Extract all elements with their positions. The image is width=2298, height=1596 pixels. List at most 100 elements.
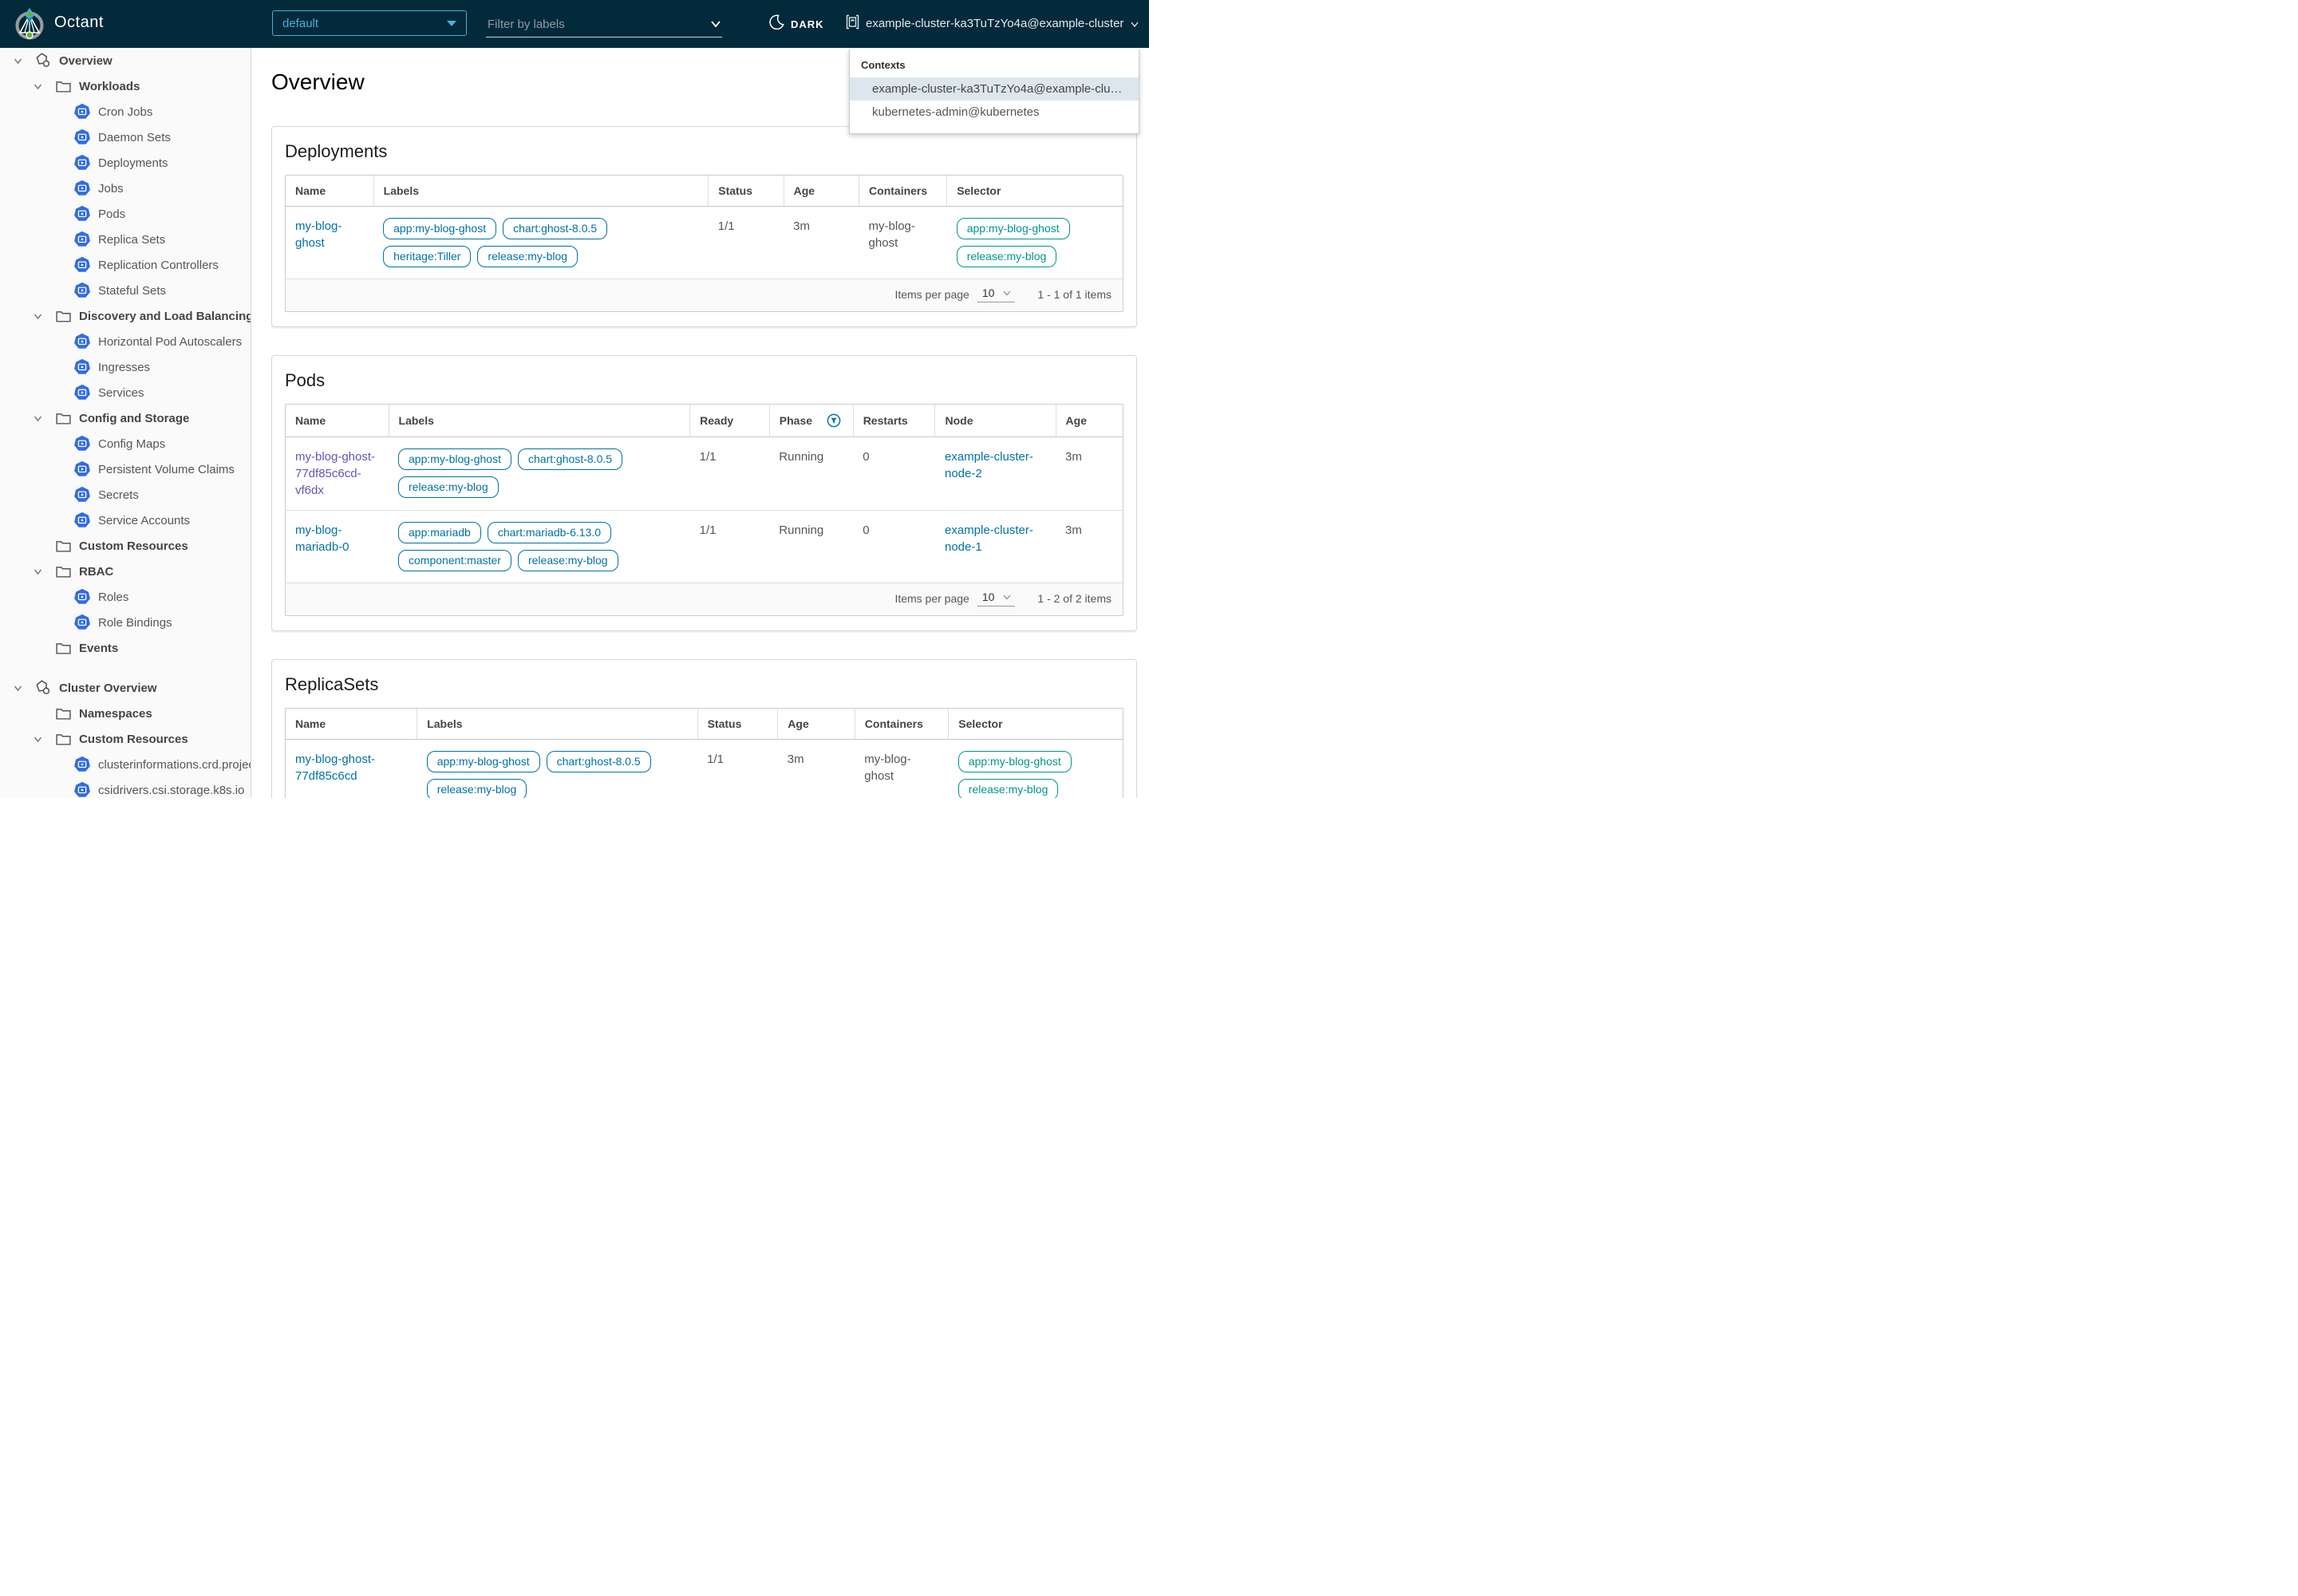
sidebar-item-config-maps[interactable]: Config Maps — [0, 431, 251, 456]
cluster-overview-icon — [34, 679, 52, 697]
selector-tag: app:my-blog-ghost — [957, 218, 1070, 239]
card-title: ReplicaSets — [285, 674, 1123, 695]
items-per-page-label: Items per page — [894, 592, 969, 605]
column-header-label: Name — [295, 184, 326, 197]
resource-link[interactable]: example-cluster-node-2 — [945, 450, 1033, 480]
sidebar-item-cron-jobs[interactable]: Cron Jobs — [0, 99, 251, 124]
column-header-label: Labels — [384, 184, 419, 197]
sidebar-item-rbac-folder[interactable]: RBAC — [0, 559, 251, 584]
sidebar-item-csidrivers-crd[interactable]: csidrivers.csi.storage.k8s.io — [0, 777, 251, 798]
column-header-status: Status — [709, 176, 784, 207]
cell-labels: app:my-blog-ghostchart:ghost-8.0.5herita… — [373, 207, 709, 279]
sidebar-item-pods[interactable]: Pods — [0, 201, 251, 227]
sidebar-item-persistent-volume-claims[interactable]: Persistent Volume Claims — [0, 456, 251, 482]
cell-value: 1/1 — [697, 740, 778, 799]
sidebar-item-label: Replication Controllers — [98, 259, 219, 272]
sidebar-item-jobs[interactable]: Jobs — [0, 176, 251, 201]
column-header-label: Labels — [399, 414, 434, 427]
sidebar-item-discovery-folder[interactable]: Discovery and Load Balancing — [0, 303, 251, 329]
sidebar-item-replication-controllers[interactable]: Replication Controllers — [0, 252, 251, 278]
cron-jobs-icon — [73, 103, 91, 120]
sidebar-item-namespaces-folder[interactable]: Namespaces — [0, 701, 251, 726]
sidebar-item-stateful-sets[interactable]: Stateful Sets — [0, 278, 251, 303]
page-size-select[interactable]: 10 — [977, 591, 1016, 606]
resource-link[interactable]: my-blog-mariadb-0 — [295, 523, 349, 554]
horizontal-pod-autoscalers-icon — [73, 333, 91, 350]
context-menu-item-selected[interactable]: example-cluster-ka3TuTzYo4a@example-clu… — [850, 77, 1139, 101]
label-tag: release:my-blog — [398, 476, 499, 498]
sidebar-item-cluster-overview[interactable]: Cluster Overview — [0, 675, 251, 701]
daemon-sets-icon — [73, 128, 91, 146]
cell-value: 1/1 — [690, 437, 770, 511]
cell-name: example-cluster-node-2 — [935, 437, 1056, 511]
column-header-label: Age — [794, 184, 815, 197]
stateful-sets-icon — [73, 282, 91, 299]
column-header-ready: Ready — [690, 405, 770, 437]
items-per-page-label: Items per page — [894, 288, 969, 301]
context-switcher[interactable]: example-cluster-ka3TuTzYo4a@example-clus… — [846, 14, 1139, 33]
events-folder-icon — [54, 639, 72, 657]
resource-link[interactable]: my-blog-ghost-77df85c6cd — [295, 753, 375, 783]
column-header-selector: Selector — [949, 709, 1123, 740]
label-tag: release:my-blog — [477, 246, 578, 267]
column-header-selector: Selector — [947, 176, 1123, 207]
sidebar-item-label: Discovery and Load Balancing — [79, 310, 251, 323]
card-pods: PodsNameLabelsReadyPhaseRestartsNodeAgem… — [271, 355, 1137, 631]
label-tag: chart:ghost-8.0.5 — [503, 218, 607, 239]
custom-resources-folder-icon — [54, 537, 72, 555]
sidebar-item-replica-sets[interactable]: Replica Sets — [0, 227, 251, 252]
chevron-down-icon[interactable] — [12, 682, 23, 693]
column-header-label: Containers — [865, 717, 923, 730]
namespace-caret-icon — [447, 21, 456, 26]
chevron-down-icon[interactable] — [12, 55, 23, 66]
cell-value: 1/1 — [690, 511, 770, 583]
sidebar-item-cluster-custom-resources-folder[interactable]: Custom Resources — [0, 726, 251, 752]
sidebar-item-deployments[interactable]: Deployments — [0, 150, 251, 176]
sidebar-item-ingresses[interactable]: Ingresses — [0, 354, 251, 380]
column-header-age: Age — [778, 709, 855, 740]
sidebar-item-service-accounts[interactable]: Service Accounts — [0, 508, 251, 533]
sidebar-item-label: Stateful Sets — [98, 284, 166, 298]
context-switcher-label: example-cluster-ka3TuTzYo4a@example-clus… — [866, 17, 1123, 30]
resource-link[interactable]: my-blog-ghost-77df85c6cd-vf6dx — [295, 450, 375, 497]
chevron-down-icon[interactable] — [32, 413, 43, 424]
sidebar-item-horizontal-pod-autoscalers[interactable]: Horizontal Pod Autoscalers — [0, 329, 251, 354]
card-replicasets: ReplicaSetsNameLabelsStatusAgeContainers… — [271, 659, 1137, 798]
namespace-select[interactable]: default — [272, 10, 467, 36]
cell-value: 1/1 — [709, 207, 784, 279]
sidebar-item-role-bindings[interactable]: Role Bindings — [0, 610, 251, 635]
sidebar-item-config-storage-folder[interactable]: Config and Storage — [0, 405, 251, 431]
sidebar-item-services[interactable]: Services — [0, 380, 251, 405]
column-header-containers: Containers — [855, 709, 948, 740]
chevron-down-icon[interactable] — [32, 566, 43, 577]
table-row: my-blog-ghost-77df85c6cd-vf6dx app:my-blo… — [286, 437, 1123, 511]
sidebar-item-events-folder[interactable]: Events — [0, 635, 251, 661]
context-menu-item[interactable]: kubernetes-admin@kubernetes — [850, 101, 1139, 124]
chevron-down-icon[interactable] — [32, 81, 43, 92]
label-filter-chevron-icon[interactable] — [709, 18, 722, 34]
sidebar-item-label: Ingresses — [98, 361, 150, 374]
cell-selectors: app:my-blog-ghostrelease:my-blog — [947, 207, 1123, 279]
label-tag: app:my-blog-ghost — [398, 448, 511, 470]
label-filter-input[interactable] — [486, 11, 705, 37]
page-size-select[interactable]: 10 — [977, 286, 1016, 302]
filter-funnel-icon[interactable] — [827, 413, 841, 428]
cell-value: 3m — [778, 740, 855, 799]
theme-toggle-label: DARK — [791, 18, 824, 30]
theme-toggle[interactable]: DARK — [769, 14, 824, 34]
cell-value: 3m — [1056, 511, 1123, 583]
resource-link[interactable]: my-blog-ghost — [295, 219, 342, 250]
sidebar-item-clusterinformations-crd[interactable]: clusterinformations.crd.projec — [0, 752, 251, 777]
sidebar-item-custom-resources-folder[interactable]: Custom Resources — [0, 533, 251, 559]
sidebar-item-overview[interactable]: Overview — [0, 48, 251, 73]
chevron-down-icon[interactable] — [32, 733, 43, 745]
cell-name: example-cluster-node-1 — [935, 511, 1056, 583]
datagrid: NameLabelsStatusAgeContainersSelectormy-… — [285, 708, 1123, 798]
resource-link[interactable]: example-cluster-node-1 — [945, 523, 1033, 554]
sidebar-item-roles[interactable]: Roles — [0, 584, 251, 610]
sidebar-item-label: Persistent Volume Claims — [98, 463, 235, 476]
sidebar-item-secrets[interactable]: Secrets — [0, 482, 251, 508]
sidebar-item-daemon-sets[interactable]: Daemon Sets — [0, 124, 251, 150]
sidebar-item-workloads-folder[interactable]: Workloads — [0, 73, 251, 99]
chevron-down-icon[interactable] — [32, 310, 43, 322]
